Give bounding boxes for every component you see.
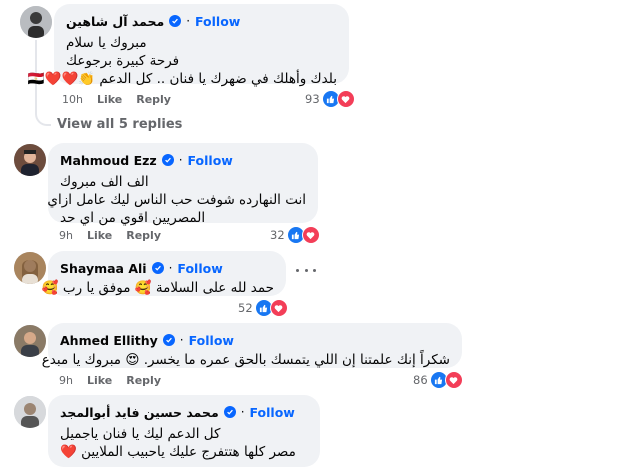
timestamp[interactable]: 9h (59, 229, 73, 242)
more-options-icon[interactable] (296, 263, 316, 277)
love-reaction-icon (301, 226, 320, 244)
separator-dot: · (179, 333, 184, 347)
avatar[interactable] (14, 144, 46, 176)
comment-actions: 10h Like Reply (62, 93, 171, 106)
comment-header: Shaymaa Ali · Follow (60, 259, 274, 277)
comment-bubble: محمد حسين فايد أبوالمجد · Follow كل الدع… (48, 395, 320, 467)
thread-connector (35, 104, 51, 126)
verified-check-icon (161, 154, 174, 166)
comment-line: مبروك يا سلام (66, 35, 147, 51)
separator-dot: · (178, 153, 183, 167)
comment-line: مصر كلها هتتفرج عليك ياحبيب الملايين ❤️ (60, 444, 296, 460)
follow-button[interactable]: Follow (250, 405, 295, 420)
comment-line: كل الدعم ليك يا فنان ياجميل (60, 426, 221, 442)
reaction-count: 93 (305, 92, 320, 106)
love-reaction-icon (269, 299, 288, 317)
verified-check-icon (151, 262, 164, 274)
separator-dot: · (240, 405, 245, 419)
author-name[interactable]: محمد حسين فايد أبوالمجد (60, 405, 219, 420)
reply-button[interactable]: Reply (126, 229, 161, 242)
comment-text: حمد لله على السلامة 🥰 موفق يا رب 🥰 (41, 279, 274, 297)
comment-line: شكراً إنك علمتنا إن اللي يتمسك بالحق عمر… (41, 352, 450, 368)
reply-button[interactable]: Reply (126, 374, 161, 387)
comment-text: الف الف مبروك انت النهارده شوفت حب الناس… (47, 173, 306, 227)
verified-check-icon (169, 15, 182, 27)
comment-bubble: Ahmed Ellithy · Follow شكراً إنك علمتنا … (41, 323, 462, 369)
follow-button[interactable]: Follow (188, 153, 233, 168)
comment-line: بلدك وأهلك في ضهرك يا فنان .. كل الدعم 👏… (27, 71, 337, 87)
reaction-summary[interactable]: 52 (238, 299, 288, 317)
verified-check-icon (162, 334, 175, 346)
comment-text: كل الدعم ليك يا فنان ياجميل مصر كلها هتت… (60, 425, 308, 461)
view-replies-link[interactable]: View all 5 replies (57, 117, 182, 132)
like-button[interactable]: Like (87, 229, 112, 242)
separator-dot: · (168, 261, 173, 275)
love-reaction-icon (336, 90, 355, 108)
reaction-summary[interactable]: 32 (270, 226, 320, 244)
comment-header: محمد آل شاهين · Follow (66, 12, 337, 30)
comment-actions: 9h Like Reply (59, 229, 161, 242)
reaction-count: 86 (413, 373, 428, 387)
separator-dot: · (186, 14, 191, 28)
comment-header: Mahmoud Ezz · Follow (60, 151, 306, 169)
reaction-count: 32 (270, 228, 285, 242)
comment-bubble: Shaymaa Ali · Follow حمد لله على السلامة… (41, 251, 286, 297)
comment-line: فرحة كبيرة برجوعك (66, 53, 180, 69)
comment-line: الف الف مبروك (60, 174, 149, 190)
follow-button[interactable]: Follow (189, 333, 234, 348)
timestamp[interactable]: 10h (62, 93, 83, 106)
comment-line: حمد لله على السلامة 🥰 موفق يا رب 🥰 (41, 280, 274, 296)
comment-text: شكراً إنك علمتنا إن اللي يتمسك بالحق عمر… (41, 351, 450, 369)
reaction-summary[interactable]: 93 (305, 90, 355, 108)
author-name[interactable]: Mahmoud Ezz (60, 153, 157, 168)
comment-actions: 9h Like Reply (59, 374, 161, 387)
comment-header: محمد حسين فايد أبوالمجد · Follow (60, 403, 308, 421)
reply-button[interactable]: Reply (136, 93, 171, 106)
author-name[interactable]: محمد آل شاهين (66, 14, 164, 29)
comment-bubble: محمد آل شاهين · Follow مبروك يا سلام فرح… (28, 4, 349, 87)
like-button[interactable]: Like (87, 374, 112, 387)
timestamp[interactable]: 9h (59, 374, 73, 387)
avatar[interactable] (14, 396, 46, 428)
reaction-count: 52 (238, 301, 253, 315)
avatar[interactable] (20, 6, 52, 38)
comment-bubble: Mahmoud Ezz · Follow الف الف مبروك انت ا… (47, 143, 318, 226)
verified-check-icon (223, 406, 236, 418)
comment-header: Ahmed Ellithy · Follow (60, 331, 450, 349)
comment-line: انت النهارده شوفت حب الناس ليك عامل ازاي (47, 192, 306, 208)
author-name[interactable]: Shaymaa Ali (60, 261, 147, 276)
like-button[interactable]: Like (97, 93, 122, 106)
follow-button[interactable]: Follow (195, 14, 240, 29)
author-name[interactable]: Ahmed Ellithy (60, 333, 158, 348)
comment-text: مبروك يا سلام فرحة كبيرة برجوعك بلدك وأه… (27, 34, 337, 88)
reaction-summary[interactable]: 86 (413, 371, 463, 389)
comment-line: المصريين اقوي من اي حد (60, 210, 206, 226)
love-reaction-icon (444, 371, 463, 389)
follow-button[interactable]: Follow (177, 261, 222, 276)
